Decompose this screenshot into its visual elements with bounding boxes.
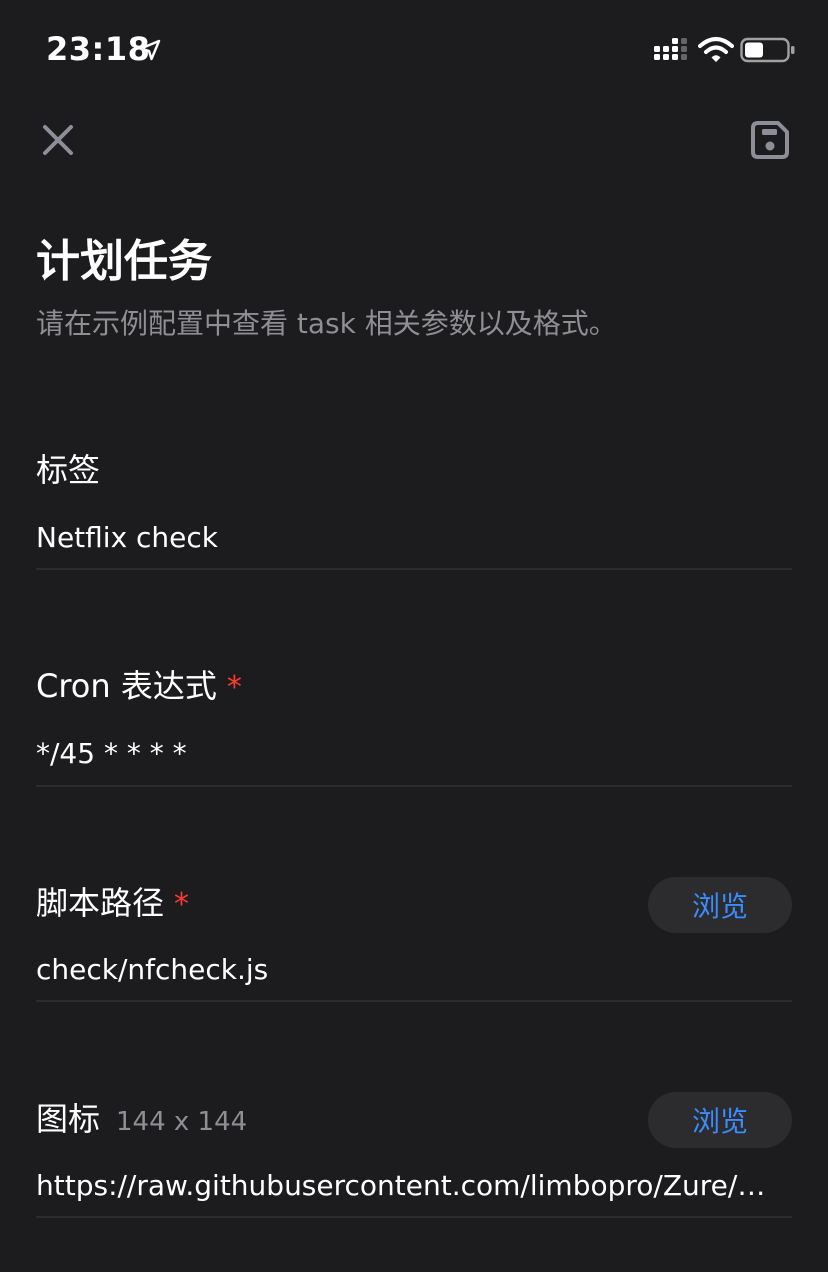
save-icon <box>751 121 789 159</box>
icon-divider <box>36 1216 792 1218</box>
tag-label-text: 标签 <box>36 451 101 489</box>
script-path-divider <box>36 1000 792 1002</box>
page-title: 计划任务 <box>36 236 212 287</box>
tag-divider <box>36 568 792 570</box>
cron-required-mark: * <box>226 670 242 705</box>
battery-icon <box>740 37 795 63</box>
location-arrow-icon <box>139 39 161 61</box>
icon-size-hint: 144 x 144 <box>116 1107 248 1137</box>
status-time: 23:18 <box>46 30 151 68</box>
script-path-field-label: 脚本路径 * <box>36 881 189 927</box>
close-icon <box>43 125 73 155</box>
script-path-required-mark: * <box>174 887 190 922</box>
icon-browse-button[interactable]: 浏览 <box>648 1092 792 1148</box>
tag-field-label: 标签 <box>36 448 100 492</box>
icon-label-text: 图标 <box>36 1100 101 1138</box>
script-path-label-text: 脚本路径 <box>36 884 165 922</box>
page-subtitle: 请在示例配置中查看 task 相关参数以及格式。 <box>36 307 617 340</box>
cron-input[interactable]: */45 * * * * <box>36 734 792 774</box>
save-button[interactable] <box>748 118 792 162</box>
icon-url-input[interactable]: https://raw.githubusercontent.com/limbop… <box>36 1166 792 1206</box>
cron-divider <box>36 785 792 787</box>
tag-input[interactable]: Netflix check <box>36 518 792 558</box>
cron-field-label: Cron 表达式 * <box>36 664 242 710</box>
icon-field-label: 图标 144 x 144 <box>36 1097 247 1144</box>
cellular-signal-icon <box>654 38 687 60</box>
script-path-browse-button[interactable]: 浏览 <box>648 877 792 933</box>
close-button[interactable] <box>36 118 80 162</box>
status-bar: 23:18 <box>0 0 828 100</box>
cron-label-text: Cron 表达式 <box>36 667 217 705</box>
script-path-input[interactable]: check/nfcheck.js <box>36 950 792 990</box>
wifi-icon <box>698 37 734 62</box>
